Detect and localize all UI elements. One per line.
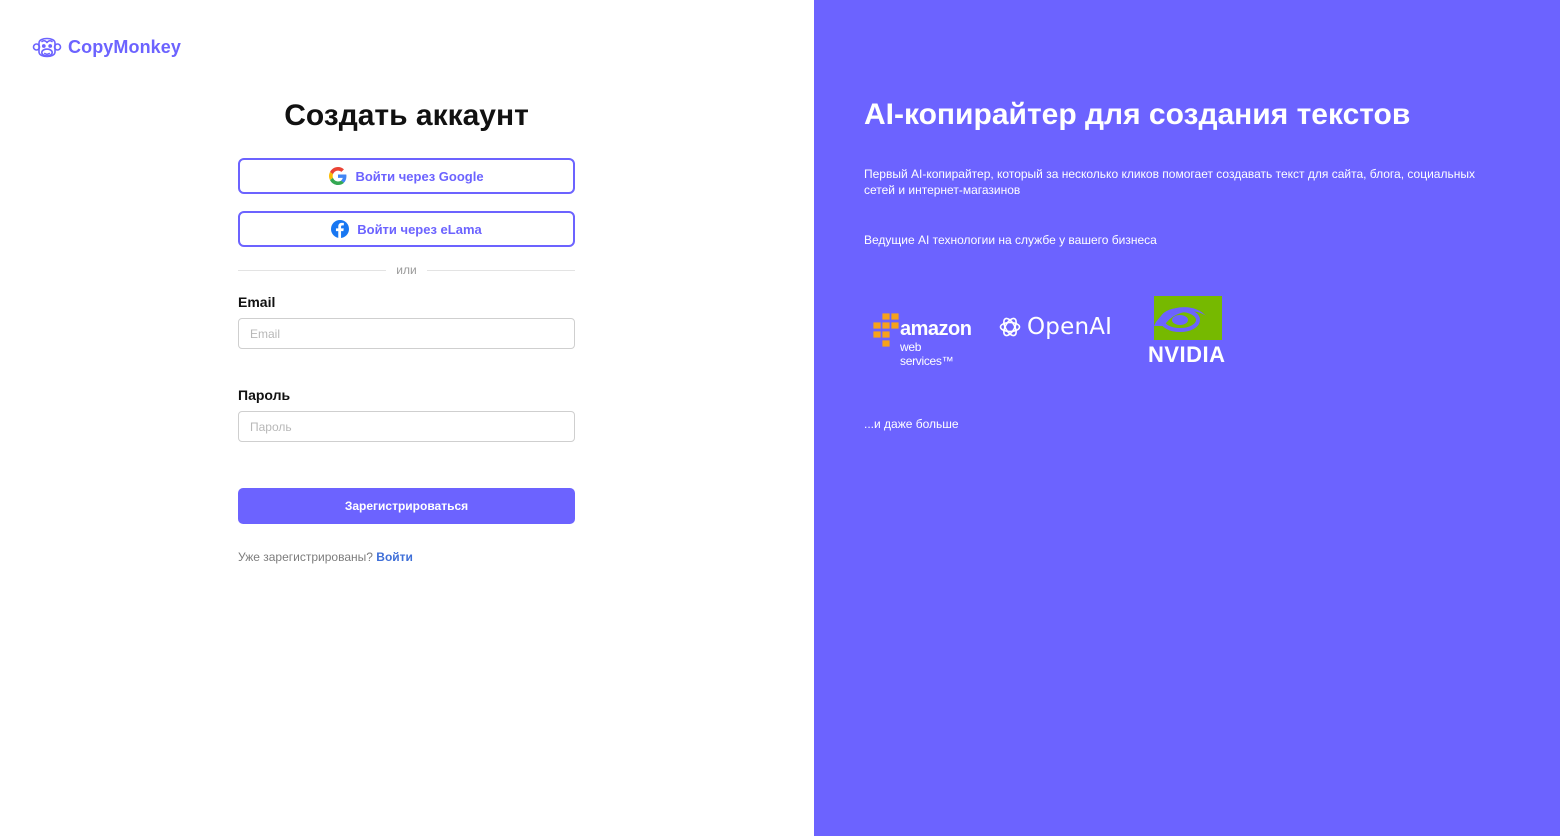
facebook-style-icon: [331, 220, 350, 238]
promo-more: ...и даже больше: [864, 417, 959, 431]
register-button[interactable]: Зарегистрироваться: [238, 488, 575, 524]
nvidia-eye-icon: [1154, 296, 1222, 340]
openai-logo: OpenAI: [998, 314, 1112, 340]
google-signin-button[interactable]: Войти через Google: [238, 158, 575, 194]
login-prompt: Уже зарегистрированы? Войти: [238, 550, 575, 564]
signup-panel: CopyMonkey Создать аккаунт Войти через G…: [0, 0, 814, 836]
brand-name: CopyMonkey: [68, 36, 182, 57]
aws-cubes-icon: [872, 312, 900, 348]
login-link[interactable]: Войти: [376, 550, 413, 564]
signup-form: Создать аккаунт Войти через Google Войти…: [238, 96, 575, 564]
monkey-icon: [32, 37, 62, 58]
openai-knot-icon: [999, 317, 1021, 337]
email-input[interactable]: [238, 318, 575, 349]
password-input[interactable]: [238, 411, 575, 442]
divider-line-right: [427, 270, 575, 271]
promo-headline: AI-копирайтер для создания текстов: [864, 98, 1411, 131]
nvidia-logo: NVIDIA: [1148, 296, 1240, 368]
aws-subtitle: web services™: [900, 340, 954, 368]
partner-logos: amazon web services™ OpenAI NVIDIA: [870, 296, 1250, 376]
nvidia-wordmark: NVIDIA: [1148, 342, 1226, 367]
password-label: Пароль: [238, 387, 291, 403]
email-field-group: Email: [238, 293, 575, 349]
openai-wordmark: OpenAI: [1027, 314, 1113, 340]
aws-logo: amazon web services™: [872, 310, 976, 368]
or-divider: или: [238, 262, 575, 278]
aws-wordmark: amazon: [900, 318, 972, 340]
page-title: Создать аккаунт: [284, 99, 529, 132]
email-label: Email: [238, 294, 276, 310]
page: CopyMonkey Создать аккаунт Войти через G…: [0, 0, 1560, 836]
promo-panel: AI-копирайтер для создания текстов Первы…: [814, 0, 1560, 836]
google-icon: [329, 167, 347, 185]
promo-description: Первый AI-копирайтер, который за несколь…: [864, 167, 1475, 197]
google-signin-label: Войти через Google: [355, 168, 484, 184]
elama-signin-button[interactable]: Войти через eLama: [238, 211, 575, 247]
brand-logo[interactable]: CopyMonkey: [32, 32, 181, 62]
elama-signin-label: Войти через eLama: [357, 221, 482, 237]
promo-tagline: Ведущие AI технологии на службе у вашего…: [864, 233, 1157, 247]
password-field-group: Пароль: [238, 386, 575, 442]
login-prompt-text: Уже зарегистрированы?: [238, 550, 373, 564]
